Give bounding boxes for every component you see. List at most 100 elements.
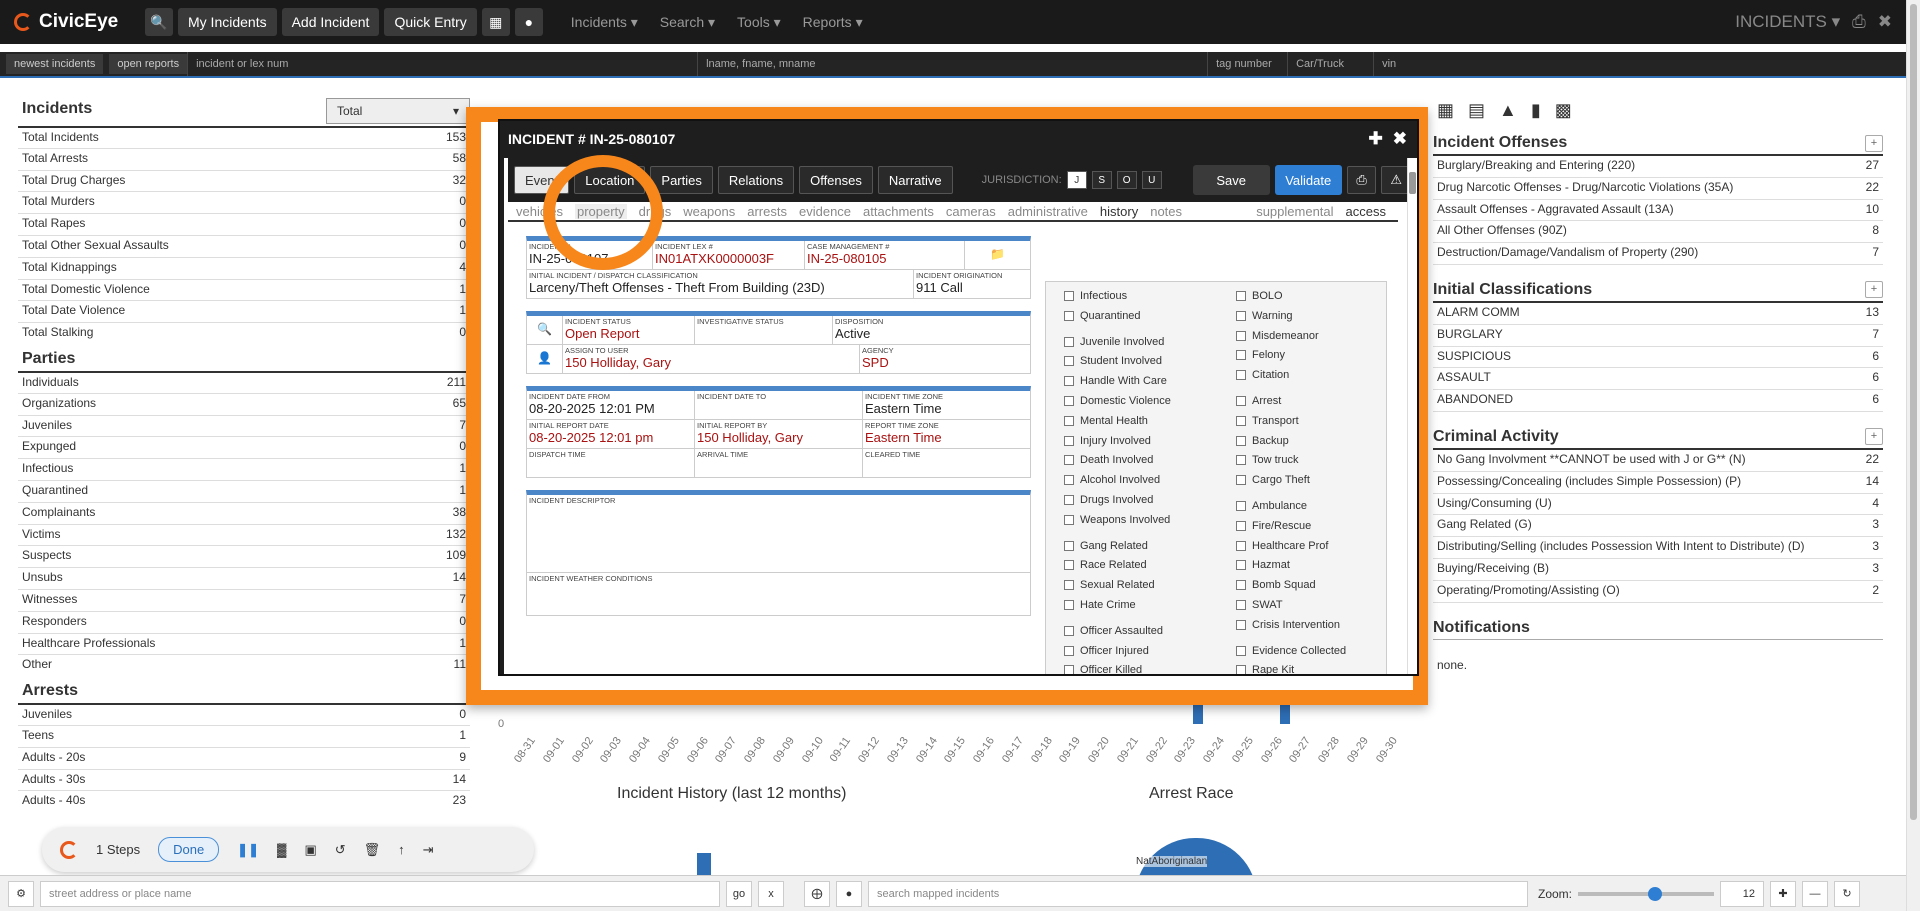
done-button[interactable]: Done [158,837,220,862]
checkbox-item[interactable]: Citation [1236,367,1406,383]
page-scrollbar[interactable] [1906,0,1920,911]
map-icon[interactable]: ▲ [1499,100,1517,121]
table-icon[interactable]: ▦ [1437,100,1454,121]
checkbox[interactable] [1236,520,1246,531]
checkbox[interactable] [1064,475,1074,486]
list-item[interactable]: Quarantined 1 [18,479,470,502]
quick-entry-button[interactable]: Quick Entry [384,8,477,36]
cleared-time-field[interactable]: CLEARED TIME [865,450,1028,459]
search-icon[interactable]: 🔍 [145,8,173,36]
checkbox-item[interactable]: Drugs Involved [1064,492,1234,508]
checkbox[interactable] [1064,599,1074,610]
incident-search-input[interactable]: incident or lex num [187,52,697,76]
checkbox-item[interactable]: Felony [1236,347,1406,363]
refresh-icon[interactable]: ↻ [1834,880,1861,907]
search-icon[interactable]: 🔍 [527,316,563,344]
list-item[interactable]: Adults - 40s 23 [18,790,470,812]
list-item[interactable]: Unsubs 14 [18,567,470,589]
list-item[interactable]: Total Drug Charges 32 [18,169,470,192]
checkbox-item[interactable]: Infectious [1064,288,1234,304]
checkbox-item[interactable]: Misdemeanor [1236,328,1406,344]
list-item[interactable]: Suspects 109 [18,545,470,567]
checkbox-item[interactable]: Bomb Squad [1236,577,1406,593]
subtab-cameras[interactable]: cameras [946,204,996,219]
checkbox[interactable] [1064,415,1074,426]
folder-icon[interactable]: 📁 [965,241,1030,269]
expand-offenses-button[interactable]: + [1865,134,1883,152]
list-item[interactable]: Gang Related (G) 3 [1433,515,1883,538]
menu-incidents[interactable]: Incidents ▾ [571,14,638,31]
list-item[interactable]: Witnesses 7 [18,588,470,611]
juris-o[interactable]: O [1116,171,1137,189]
open-reports-button[interactable]: open reports [109,54,188,74]
list-item[interactable]: Juveniles 0 [18,703,470,725]
list-item[interactable]: No Gang Involvment **CANNOT be used with… [1433,450,1883,472]
checkbox-item[interactable]: SWAT [1236,597,1406,613]
checkbox-item[interactable]: Injury Involved [1064,433,1234,449]
upload-icon[interactable]: ↑ [398,842,405,857]
checkbox-item[interactable]: Gang Related [1064,538,1234,554]
go-button[interactable]: go [726,880,752,907]
subtab-history[interactable]: history [1100,204,1138,219]
zoom-in-button[interactable]: ✚ [1770,880,1797,907]
list-item[interactable]: Organizations 65 [18,392,470,415]
list-item[interactable]: Burglary/Breaking and Entering (220) 27 [1433,156,1883,178]
report-by-field[interactable]: 150 Holliday, Gary [697,430,860,445]
tag-search-input[interactable]: tag number [1207,52,1287,76]
agency-field[interactable]: SPD [862,355,1028,370]
checkbox[interactable] [1236,599,1246,610]
printer-icon[interactable]: ⎙ [1852,12,1866,32]
warning-icon[interactable]: ⚠ [1381,166,1407,194]
menu-reports[interactable]: Reports ▾ [803,14,863,31]
checkbox-item[interactable]: Ambulance [1236,498,1406,514]
list-item[interactable]: Healthcare Professionals 1 [18,632,470,655]
checkbox[interactable] [1236,500,1246,511]
checkbox-item[interactable]: Officer Killed [1064,662,1234,674]
list-item[interactable]: Victims 132 [18,523,470,546]
timezone-field[interactable]: Eastern Time [865,401,1028,416]
checkbox[interactable] [1064,580,1074,591]
list-item[interactable]: Expunged 0 [18,436,470,458]
list-item[interactable]: Distributing/Selling (includes Possessio… [1433,537,1883,559]
vehicle-type-select[interactable]: Car/Truck [1287,52,1373,76]
list-item[interactable]: All Other Offenses (90Z) 8 [1433,221,1883,244]
checkbox-item[interactable]: Cargo Theft [1236,472,1406,488]
map-pin-icon[interactable]: ● [836,880,862,907]
list-item[interactable]: Individuals 211 [18,370,470,393]
checkbox[interactable] [1064,356,1074,367]
page-label[interactable]: INCIDENTS ▾ [1735,12,1840,32]
checkbox[interactable] [1064,395,1074,406]
list-item[interactable]: Complainants 38 [18,501,470,524]
close-icon[interactable]: ✖ [1878,12,1892,32]
validate-button[interactable]: Validate [1274,165,1342,195]
menu-search[interactable]: Search ▾ [660,14,715,31]
checkbox[interactable] [1064,665,1074,674]
subtab-notes[interactable]: notes [1150,204,1182,219]
checkbox[interactable] [1236,475,1246,486]
app-logo[interactable]: CivicEye [14,11,140,33]
list-item[interactable]: Using/Consuming (U) 4 [1433,494,1883,516]
mapped-search-input[interactable]: search mapped incidents [868,880,1528,907]
checkbox-item[interactable]: Arrest [1236,393,1406,409]
checkbox-item[interactable]: Mental Health [1064,413,1234,429]
add-icon[interactable]: ✚ [1369,129,1383,149]
checkbox[interactable] [1236,645,1246,656]
vin-search-input[interactable]: vin [1373,52,1733,76]
blur-icon[interactable]: ▓ [277,842,286,857]
print-icon[interactable]: ⎙ [1346,166,1377,194]
subtab-attachments[interactable]: attachments [863,204,934,219]
checkbox[interactable] [1064,494,1074,505]
assign-user-field[interactable]: 150 Holliday, Gary [565,355,857,370]
book-icon[interactable]: ▩ [1555,100,1572,121]
list-item[interactable]: Adults - 30s 14 [18,768,470,791]
list-item[interactable]: Total Domestic Violence 1 [18,278,470,301]
list-item[interactable]: Total Arrests 58 [18,147,470,170]
tab-narrative[interactable]: Narrative [877,166,953,194]
subtab-administrative[interactable]: administrative [1008,204,1088,219]
checkbox[interactable] [1236,395,1246,406]
checkbox-item[interactable]: Officer Assaulted [1064,623,1234,639]
total-select[interactable]: Total ▾ [326,98,470,124]
checkbox-item[interactable]: Fire/Rescue [1236,518,1406,534]
list-item[interactable]: Juveniles 7 [18,414,470,437]
close-icon[interactable]: ✖ [1393,129,1407,149]
